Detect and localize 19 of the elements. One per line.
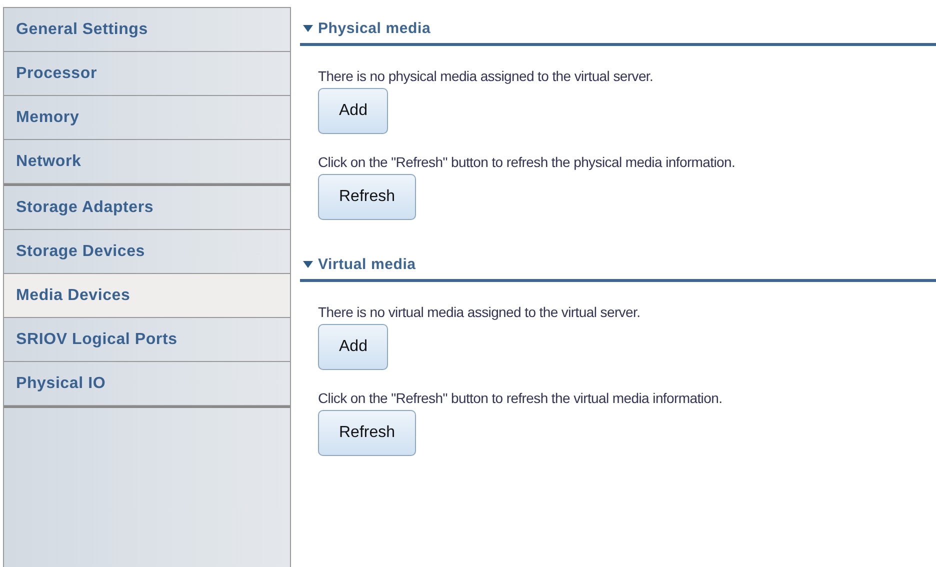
add-button[interactable]: Add — [318, 88, 388, 134]
sidebar-item[interactable]: SRIOV Logical Ports — [4, 318, 290, 362]
sidebar-item[interactable]: Storage Devices — [4, 230, 290, 274]
info-text: Click on the "Refresh" button to refresh the virtual media information. — [318, 390, 724, 406]
add-button[interactable]: Add — [318, 324, 388, 370]
sidebar-item[interactable]: Network — [4, 140, 290, 184]
sidebar-item[interactable]: Storage Adapters — [4, 186, 290, 230]
triangle-down-icon — [303, 260, 313, 268]
sidebar-item[interactable]: General Settings — [4, 8, 290, 52]
refresh-button[interactable]: Refresh — [318, 174, 416, 220]
sidebar-item[interactable]: Memory — [4, 96, 290, 140]
sidebar-item[interactable]: Media Devices — [4, 274, 290, 318]
triangle-down-icon — [303, 24, 313, 32]
info-text: There is no physical media assigned to the virtual server. — [318, 68, 654, 84]
info-text: Click on the "Refresh" button to refresh the physical media information. — [318, 154, 736, 170]
sidebar-item[interactable]: Processor — [4, 52, 290, 96]
refresh-button[interactable]: Refresh — [318, 410, 416, 456]
sidebar-item[interactable]: Physical IO — [4, 362, 290, 406]
info-text: There is no virtual media assigned to the virtual server. — [318, 304, 642, 320]
